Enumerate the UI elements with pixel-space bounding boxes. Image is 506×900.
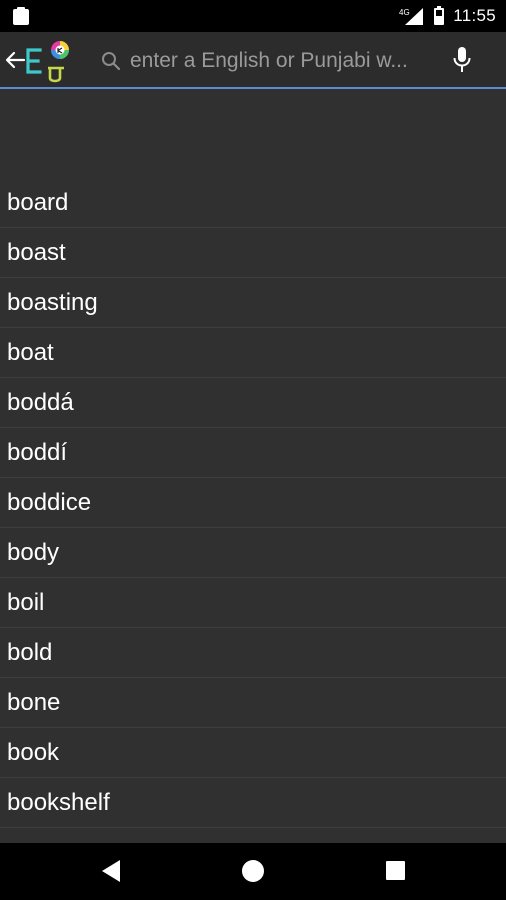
voice-search-button[interactable] [450,44,474,76]
app-logo-icon [26,41,69,83]
word-list-item[interactable]: body [0,528,506,578]
status-clock: 11:55 [453,6,496,25]
arrow-left-icon [5,51,26,69]
word-list-item[interactable]: boddice [0,478,506,528]
search-input[interactable] [128,44,430,78]
word-list-item[interactable]: boast [0,228,506,278]
microphone-icon [453,47,471,72]
network-type-label: 4G [399,8,410,17]
word-list-item[interactable]: bone [0,678,506,728]
word-list-item[interactable]: boil [0,578,506,628]
mobile-signal-icon: 4G [399,8,424,25]
word-list-item[interactable]: book [0,728,506,778]
word-list-item[interactable]: board [0,178,506,228]
word-list-item[interactable]: boat [0,328,506,378]
search-underline [0,87,506,89]
back-button[interactable] [4,44,26,76]
status-bar: 4G 11:55 [0,0,506,32]
word-list-item[interactable]: boddá [0,378,506,428]
word-list-item[interactable]: boddí [0,428,506,478]
clipboard-icon [13,7,29,25]
nav-back-icon[interactable] [100,858,122,884]
nav-recents-icon[interactable] [386,861,405,880]
search-icon [102,52,121,71]
word-list-item[interactable]: bold [0,628,506,678]
word-list: board boast boasting boat boddá boddí bo… [0,178,506,828]
nav-home-icon[interactable] [242,860,264,882]
battery-icon [434,6,445,25]
word-list-item[interactable]: boasting [0,278,506,328]
word-list-item[interactable]: bookshelf [0,778,506,828]
